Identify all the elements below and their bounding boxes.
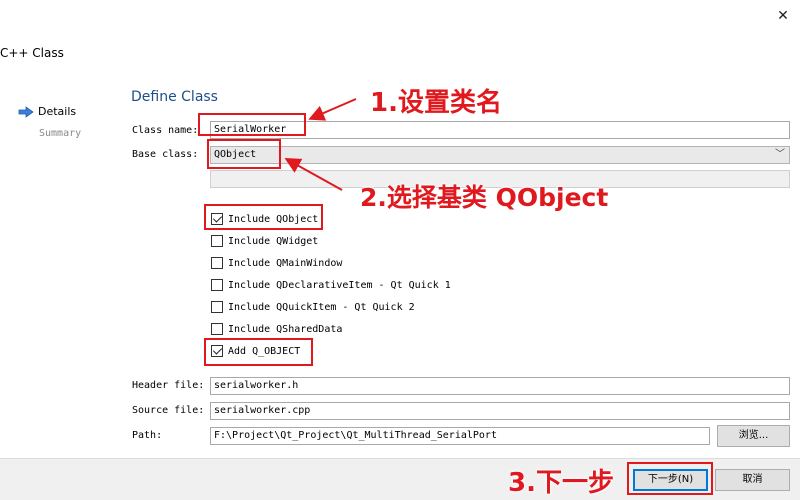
step-details: Details bbox=[18, 105, 76, 118]
checkbox-box[interactable] bbox=[211, 279, 223, 291]
base-class-select[interactable]: QObject ﹀ bbox=[210, 146, 790, 164]
checkbox-label: Include QQuickItem - Qt Quick 2 bbox=[228, 301, 415, 313]
source-file-label: Source file: bbox=[132, 405, 205, 416]
checkbox-box[interactable] bbox=[211, 301, 223, 313]
include-qquickitem-checkbox[interactable]: Include QQuickItem - Qt Quick 2 bbox=[211, 301, 415, 313]
annotation-box-base-class bbox=[207, 139, 281, 169]
step-summary-label: Summary bbox=[39, 128, 82, 139]
close-icon[interactable]: ✕ bbox=[772, 6, 794, 26]
annotation-box-class-name bbox=[198, 113, 306, 136]
include-qwidget-checkbox[interactable]: Include QWidget bbox=[211, 235, 318, 247]
chevron-down-icon: ﹀ bbox=[775, 149, 785, 160]
header-file-label: Header file: bbox=[132, 380, 205, 391]
step-details-label: Details bbox=[38, 105, 77, 118]
window-title: C++ Class bbox=[0, 46, 64, 60]
annotation-step3: 3.下一步 bbox=[508, 468, 614, 498]
checkbox-box[interactable] bbox=[211, 323, 223, 335]
annotation-box-include-qobject bbox=[204, 204, 323, 230]
current-step-arrow-icon bbox=[18, 105, 34, 118]
checkbox-label: Include QMainWindow bbox=[228, 257, 343, 269]
browse-button[interactable]: 浏览... bbox=[717, 425, 790, 447]
checkbox-label: Include QWidget bbox=[228, 235, 319, 247]
class-name-label: Class name: bbox=[132, 125, 199, 136]
cancel-button[interactable]: 取消 bbox=[715, 469, 790, 491]
path-label: Path: bbox=[132, 430, 163, 441]
page-heading: Define Class bbox=[131, 89, 218, 105]
annotation-step1: 1.设置类名 bbox=[370, 88, 502, 118]
checkbox-box[interactable] bbox=[211, 235, 223, 247]
annotation-box-next-button bbox=[627, 462, 713, 495]
step-summary: Summary bbox=[39, 128, 81, 139]
checkbox-label: Include QSharedData bbox=[228, 323, 343, 335]
annotation-box-add-q-object bbox=[204, 338, 313, 366]
path-input[interactable]: F:\Project\Qt_Project\Qt_MultiThread_Ser… bbox=[210, 427, 710, 445]
annotation-step2: 2.选择基类 QObject bbox=[360, 183, 609, 212]
include-qdeclarativeitem-checkbox[interactable]: Include QDeclarativeItem - Qt Quick 1 bbox=[211, 279, 451, 291]
base-class-label: Base class: bbox=[132, 149, 199, 160]
annotation-arrow-step1 bbox=[308, 98, 357, 121]
include-qmainwindow-checkbox[interactable]: Include QMainWindow bbox=[211, 257, 342, 269]
include-qshareddata-checkbox[interactable]: Include QSharedData bbox=[211, 323, 342, 335]
header-file-input[interactable]: serialworker.h bbox=[210, 377, 790, 395]
checkbox-box[interactable] bbox=[211, 257, 223, 269]
annotation-arrows bbox=[284, 98, 357, 191]
checkbox-label: Include QDeclarativeItem - Qt Quick 1 bbox=[228, 279, 451, 291]
source-file-input[interactable]: serialworker.cpp bbox=[210, 402, 790, 420]
